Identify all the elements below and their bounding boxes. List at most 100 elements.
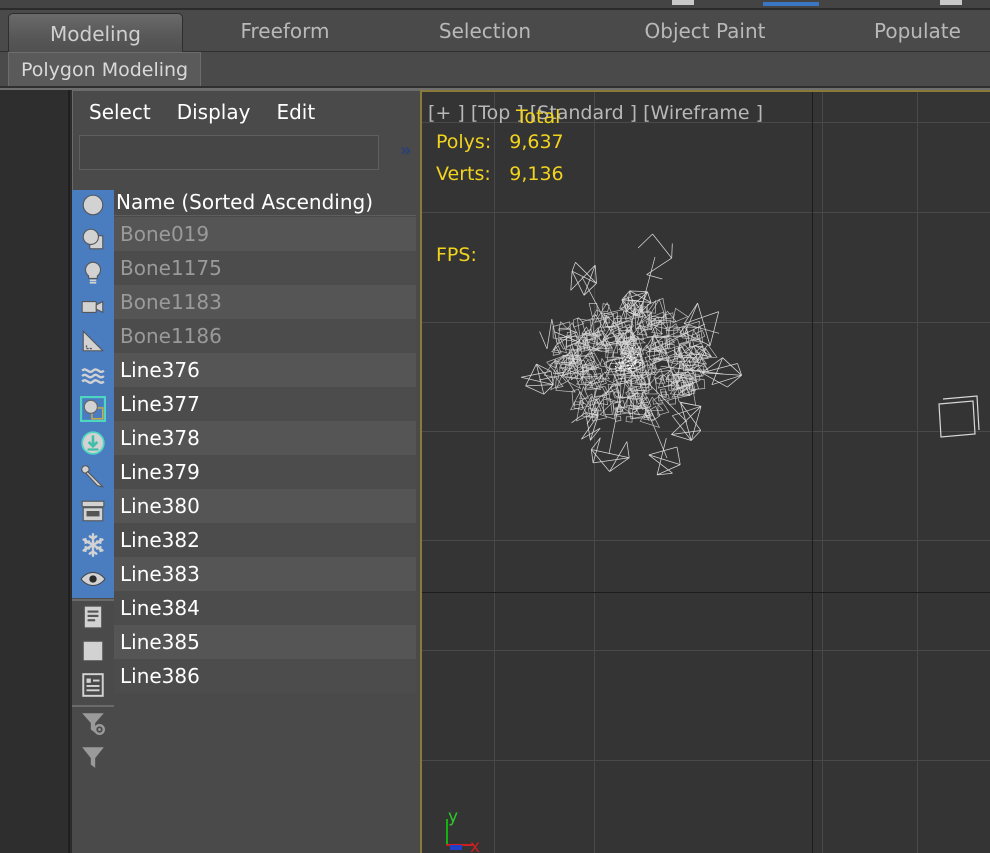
list-item[interactable]: Line379 <box>114 455 416 489</box>
viewport-fps: FPS: <box>436 244 477 266</box>
explorer-menubar: Select Display Edit <box>73 91 421 133</box>
menu-edit[interactable]: Edit <box>276 100 315 124</box>
shapes-icon <box>80 226 106 256</box>
ribbon-subtab-bar: Polygon Modeling <box>0 52 990 88</box>
rail-button-helper-ruler[interactable] <box>72 326 114 360</box>
ribbon-tab-object-paint[interactable]: Object Paint <box>600 10 810 52</box>
stat-key: Verts: <box>436 163 491 185</box>
helper-ruler-icon <box>79 328 107 358</box>
rail-button-light-bulb[interactable] <box>72 258 114 292</box>
explorer-search-row <box>73 135 421 173</box>
ribbon-tab-selection[interactable]: Selection <box>395 10 575 52</box>
explorer-filter-rail <box>72 190 114 853</box>
rail-button-blank-square[interactable] <box>72 636 114 670</box>
grid-line-horizontal <box>422 540 990 541</box>
list-item[interactable]: Bone019 <box>114 217 416 251</box>
rail-button-container[interactable] <box>72 496 114 530</box>
list-item[interactable]: Line376 <box>114 353 416 387</box>
sphere-icon <box>80 192 106 222</box>
grid-line-horizontal <box>422 431 990 432</box>
rail-button-bone[interactable] <box>72 462 114 496</box>
rail-button-group-xref[interactable] <box>72 394 114 428</box>
properties-list-icon <box>80 672 106 702</box>
grid-line-vertical <box>917 92 918 853</box>
rail-button-space-warp[interactable] <box>72 360 114 394</box>
grid-axis-horizontal <box>422 592 990 593</box>
list-item[interactable]: Line377 <box>114 387 416 421</box>
tab-polygon-modeling[interactable]: Polygon Modeling <box>8 52 202 87</box>
camera-icon <box>79 294 107 324</box>
rail-button-camera[interactable] <box>72 292 114 326</box>
grid-line-vertical <box>494 92 495 853</box>
list-item[interactable]: Line383 <box>114 557 416 591</box>
toolbar-stub-active[interactable] <box>763 2 819 6</box>
stat-value: 9,136 <box>509 163 564 185</box>
rail-button-properties-list[interactable] <box>72 670 114 704</box>
ribbon-tab-populate[interactable]: Populate <box>845 10 990 52</box>
list-item[interactable]: Bone1183 <box>114 285 416 319</box>
menu-display[interactable]: Display <box>177 100 251 124</box>
filter-settings-icon <box>79 710 107 740</box>
viewport-grid <box>422 92 990 853</box>
explorer-overflow-button[interactable]: » <box>400 140 412 161</box>
container-icon <box>79 498 107 528</box>
rail-button-download-arrow[interactable] <box>72 428 114 462</box>
ribbon-tab-modeling[interactable]: Modeling <box>8 13 183 54</box>
layers-list-icon <box>80 604 106 634</box>
list-item[interactable]: Line380 <box>114 489 416 523</box>
ribbon-tab-freeform[interactable]: Freeform <box>195 10 375 52</box>
grid-line-horizontal <box>422 760 990 761</box>
stat-row: Verts: 9,136 <box>436 158 564 190</box>
group-xref-icon <box>79 396 107 426</box>
rail-button-filter[interactable] <box>72 742 114 776</box>
list-item-label: Line377 <box>120 392 200 416</box>
toolbar-stub-right[interactable] <box>940 0 962 5</box>
list-item-label: Line383 <box>120 562 200 586</box>
menu-select[interactable]: Select <box>89 100 151 124</box>
rail-button-eye-visibility[interactable] <box>72 564 114 598</box>
viewport-statistics: Polys: 9,637 Verts: 9,136 <box>436 126 564 190</box>
search-input[interactable] <box>80 136 378 169</box>
list-column-header[interactable]: Name (Sorted Ascending) <box>114 188 416 216</box>
rail-button-snowflake-freeze[interactable] <box>72 530 114 564</box>
filter-icon <box>79 744 107 774</box>
rail-button-sphere[interactable] <box>72 190 114 224</box>
eye-visibility-icon <box>78 566 108 596</box>
axis-gizmo: y x <box>434 807 504 853</box>
bone-icon <box>79 464 107 494</box>
rail-button-shapes[interactable] <box>72 224 114 258</box>
viewport-label[interactable]: [+ ] [Top ] [Standard ] [Wireframe ] <box>428 102 763 124</box>
grid-axis-vertical <box>812 92 813 853</box>
rail-button-layers-list[interactable] <box>72 602 114 636</box>
list-item[interactable]: Bone1175 <box>114 251 416 285</box>
grid-line-horizontal <box>422 212 990 213</box>
list-item[interactable]: Bone1186 <box>114 319 416 353</box>
list-item[interactable]: Line382 <box>114 523 416 557</box>
snowflake-freeze-icon <box>79 532 107 562</box>
light-bulb-icon <box>80 260 106 290</box>
grid-line-vertical <box>594 92 595 853</box>
list-item[interactable]: Line384 <box>114 591 416 625</box>
top-toolbar-remnant <box>0 0 990 8</box>
list-item[interactable]: Line378 <box>114 421 416 455</box>
left-gutter-panel <box>0 90 70 853</box>
toolbar-stub-left[interactable] <box>672 0 694 5</box>
stat-row: Polys: 9,637 <box>436 126 564 158</box>
list-item[interactable]: Line385 <box>114 625 416 659</box>
rail-separator <box>72 599 114 601</box>
list-item[interactable]: Line386 <box>114 659 416 693</box>
fps-label: FPS: <box>436 244 477 266</box>
list-item-label: Line385 <box>120 630 200 654</box>
blank-square-icon <box>80 638 106 668</box>
list-item-label: Bone019 <box>120 222 210 246</box>
space-warp-icon <box>79 362 107 392</box>
viewport[interactable]: [+ ] [Top ] [Standard ] [Wireframe ] Tot… <box>420 90 990 853</box>
list-item-label: Line380 <box>120 494 200 518</box>
list-item-label: Line386 <box>120 664 200 688</box>
rail-button-filter-settings[interactable] <box>72 708 114 742</box>
rail-separator <box>72 705 114 707</box>
axis-x-label: x <box>470 837 481 853</box>
list-item-label: Bone1186 <box>120 324 222 348</box>
search-field-wrapper[interactable] <box>79 135 379 170</box>
application-window: Modeling Freeform Selection Object Paint Pop… <box>0 0 990 853</box>
